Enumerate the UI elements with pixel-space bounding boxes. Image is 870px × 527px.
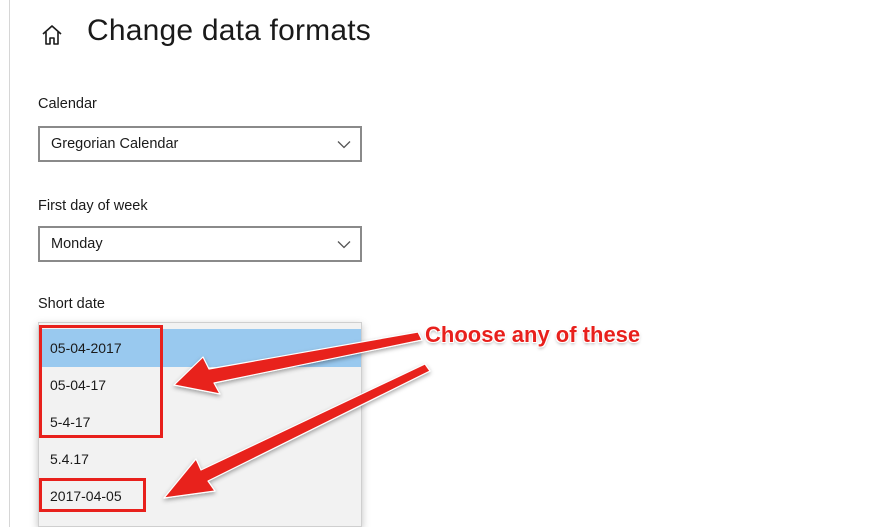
highlight-box-single: [39, 478, 146, 512]
highlight-box-group: [39, 325, 163, 438]
short-date-label: Short date: [38, 296, 105, 312]
calendar-value: Gregorian Calendar: [51, 136, 179, 152]
settings-window: Change data formats Calendar Gregorian C…: [9, 0, 870, 527]
first-day-of-week-label: First day of week: [38, 198, 148, 214]
home-icon[interactable]: [39, 22, 65, 48]
calendar-dropdown[interactable]: Gregorian Calendar: [38, 126, 362, 162]
chevron-down-icon: [337, 241, 351, 249]
first-day-of-week-value: Monday: [51, 236, 103, 252]
short-date-option[interactable]: 5.4.17: [39, 440, 361, 478]
annotation-callout: Choose any of these: [425, 322, 641, 347]
calendar-label: Calendar: [38, 96, 97, 112]
first-day-of-week-dropdown[interactable]: Monday: [38, 226, 362, 262]
chevron-down-icon: [337, 141, 351, 149]
page-title: Change data formats: [87, 14, 371, 47]
